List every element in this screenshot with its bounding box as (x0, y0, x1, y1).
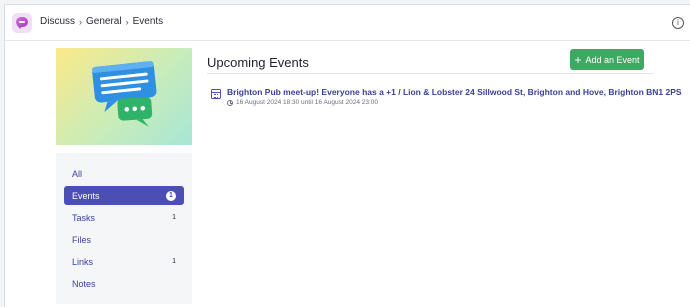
sidebar-item-count: 1 (172, 214, 176, 221)
breadcrumb-discuss[interactable]: Discuss (40, 16, 75, 27)
sidebar-item-count: 1 (166, 190, 176, 201)
sidebar-item-label: Files (72, 234, 92, 245)
breadcrumb-separator: › (79, 16, 83, 27)
breadcrumb-separator: › (125, 16, 129, 27)
sidebar-item-label: Tasks (72, 212, 96, 223)
info-icon[interactable]: i (672, 17, 684, 29)
chat-bubbles-illustration (56, 48, 192, 145)
event-time: 16 August 2024 18:30 until 16 August 202… (227, 99, 378, 106)
sidebar-item-all[interactable]: All (64, 164, 184, 183)
page-title: Upcoming Events (207, 55, 309, 70)
calendar-icon (211, 89, 221, 99)
sidebar-item-label: All (72, 168, 83, 179)
sidebar-item-count: 1 (172, 258, 176, 265)
breadcrumb: Discuss › General › Events (40, 16, 163, 27)
sidebar-item-label: Links (72, 256, 94, 267)
sidebar-item-links[interactable]: Links 1 (64, 252, 184, 271)
divider (207, 73, 653, 74)
event-title-link[interactable]: Brighton Pub meet-up! Everyone has a +1 … (227, 87, 682, 97)
sidebar-nav: All Events 1 Tasks 1 Files Links 1 Notes (56, 153, 192, 304)
clock-icon (227, 99, 233, 106)
event-time-text: 16 August 2024 18:30 until 16 August 202… (236, 99, 379, 106)
chat-bubble-logo-icon[interactable] (12, 13, 32, 33)
app-window: Discuss › General › Events i All Events … (4, 4, 690, 307)
add-event-button-label: Add an Event (585, 54, 640, 65)
sidebar-item-events[interactable]: Events 1 (64, 186, 184, 205)
top-bar: Discuss › General › Events i (5, 5, 690, 41)
plus-icon: + (574, 52, 582, 67)
sidebar-item-tasks[interactable]: Tasks 1 (64, 208, 184, 227)
sidebar-item-notes[interactable]: Notes (64, 274, 184, 293)
breadcrumb-events: Events (132, 16, 164, 27)
sidebar-item-label: Notes (72, 278, 96, 289)
sidebar-item-files[interactable]: Files (64, 230, 184, 249)
breadcrumb-general[interactable]: General (86, 16, 122, 27)
add-event-button[interactable]: + Add an Event (570, 49, 644, 70)
chat-bubbles-illustration-graphic (91, 61, 157, 127)
sidebar-item-label: Events (72, 190, 100, 201)
